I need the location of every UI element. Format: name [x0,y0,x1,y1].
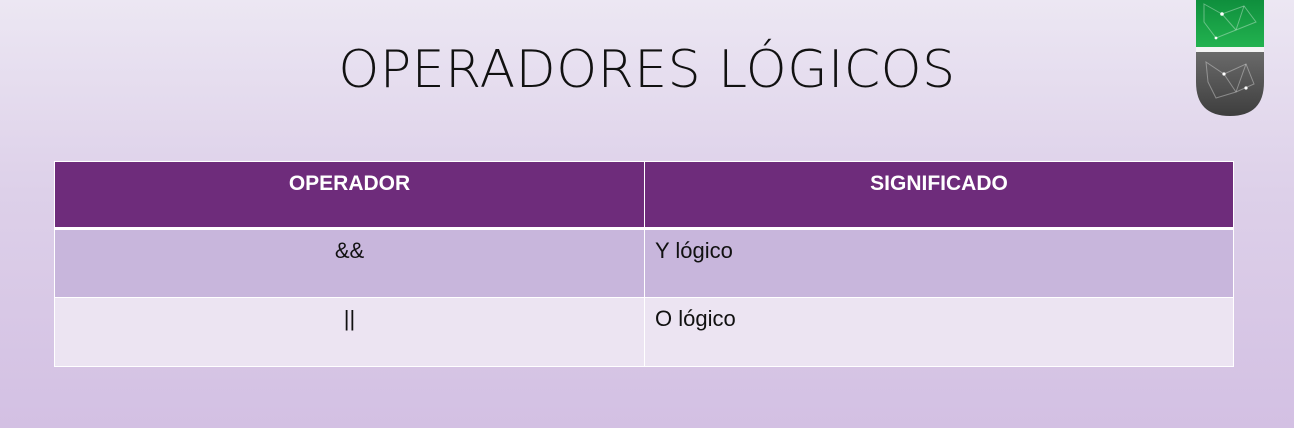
operators-table: OPERADOR SIGNIFICADO && Y lógico || O ló… [54,161,1234,367]
table-row: && Y lógico [54,228,1234,298]
meaning-cell: Y lógico [644,228,1234,298]
table-header-row: OPERADOR SIGNIFICADO [54,161,1234,230]
brand-logo-icon [1196,0,1264,116]
operator-cell: || [54,297,645,367]
operator-cell: && [54,228,645,298]
slide-title: OPERADORES LÓGICOS [338,40,956,100]
header-operador: OPERADOR [54,161,645,230]
table-row: || O lógico [54,297,1234,367]
header-significado: SIGNIFICADO [644,161,1234,230]
meaning-cell: O lógico [644,297,1234,367]
